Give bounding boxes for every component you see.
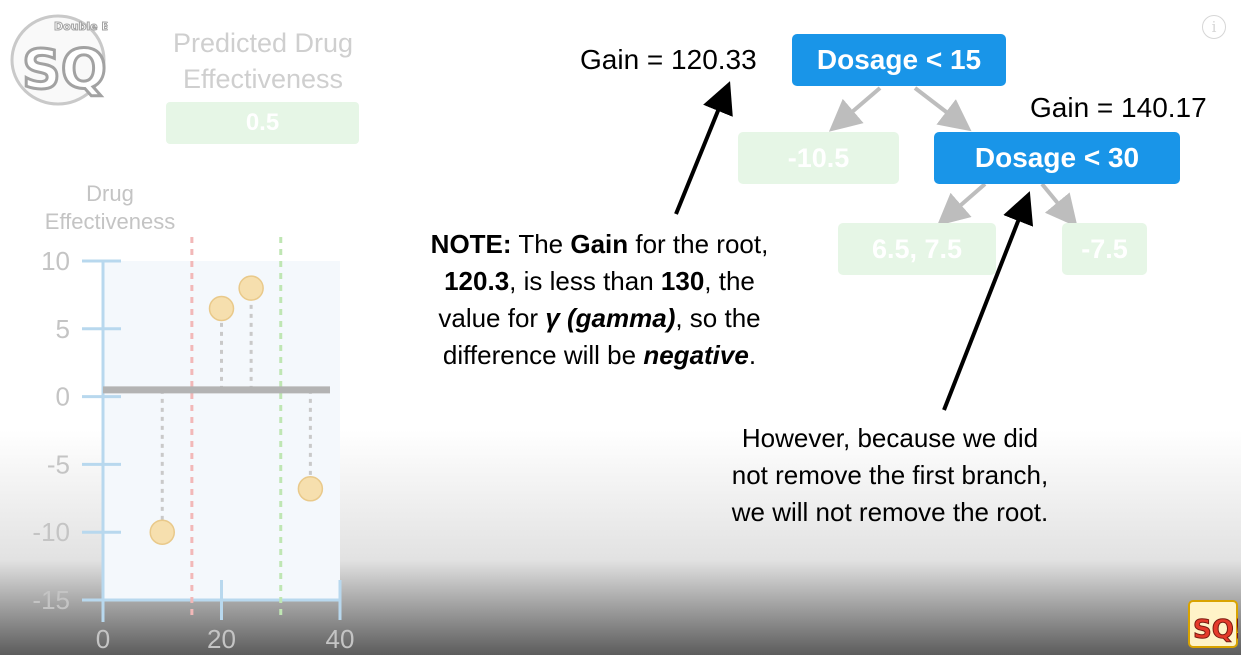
root-gain-label: Gain = 120.33: [580, 44, 757, 75]
root-node: Dosage < 15: [792, 34, 1006, 86]
note-text: NOTE: The Gain for the root, 120.3, is l…: [430, 229, 769, 370]
small-logo-text: SQ!: [1193, 615, 1238, 645]
note-arrow: [674, 81, 733, 215]
tree-edge-inner-left: [936, 182, 987, 226]
tree-edge-inner-right: [1040, 182, 1078, 228]
inner-node: Dosage < 30: [934, 132, 1180, 184]
info-icon[interactable]: i: [1202, 15, 1226, 39]
inner-gain-label: Gain = 140.17: [1030, 92, 1207, 123]
inner-right-leaf: -7.5: [1062, 223, 1147, 275]
tree-edge-root-right: [913, 86, 972, 132]
channel-logo-icon[interactable]: SQ!: [1188, 600, 1238, 648]
inner-left-leaf: 6.5, 7.5: [838, 223, 996, 275]
however-text: However, because we did not remove the f…: [731, 423, 1049, 527]
left-leaf: -10.5: [738, 132, 899, 184]
tree-edge-root-left: [828, 86, 882, 132]
